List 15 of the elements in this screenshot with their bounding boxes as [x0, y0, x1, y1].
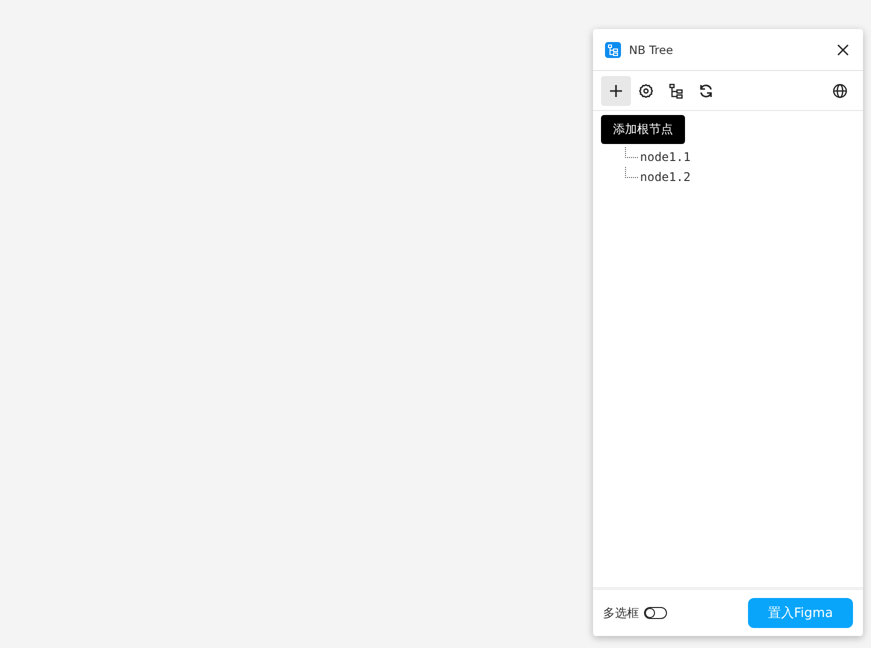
globe-icon [832, 82, 848, 98]
multi-select-toggle[interactable] [644, 607, 667, 619]
tree-node[interactable]: node1.1 [640, 150, 691, 164]
toggle-label: 多选框 [603, 604, 639, 622]
app-logo-icon [605, 42, 621, 58]
close-button[interactable] [835, 42, 851, 58]
tree-icon [668, 82, 684, 98]
window-title: NB Tree [629, 42, 674, 56]
settings-icon [638, 82, 654, 98]
add-icon [608, 82, 624, 98]
add-root-button[interactable] [601, 76, 631, 106]
close-icon [837, 44, 849, 56]
tooltip: 添加根节点 [601, 115, 685, 144]
tree-node[interactable]: node1.2 [640, 170, 691, 184]
refresh-icon [698, 82, 714, 98]
